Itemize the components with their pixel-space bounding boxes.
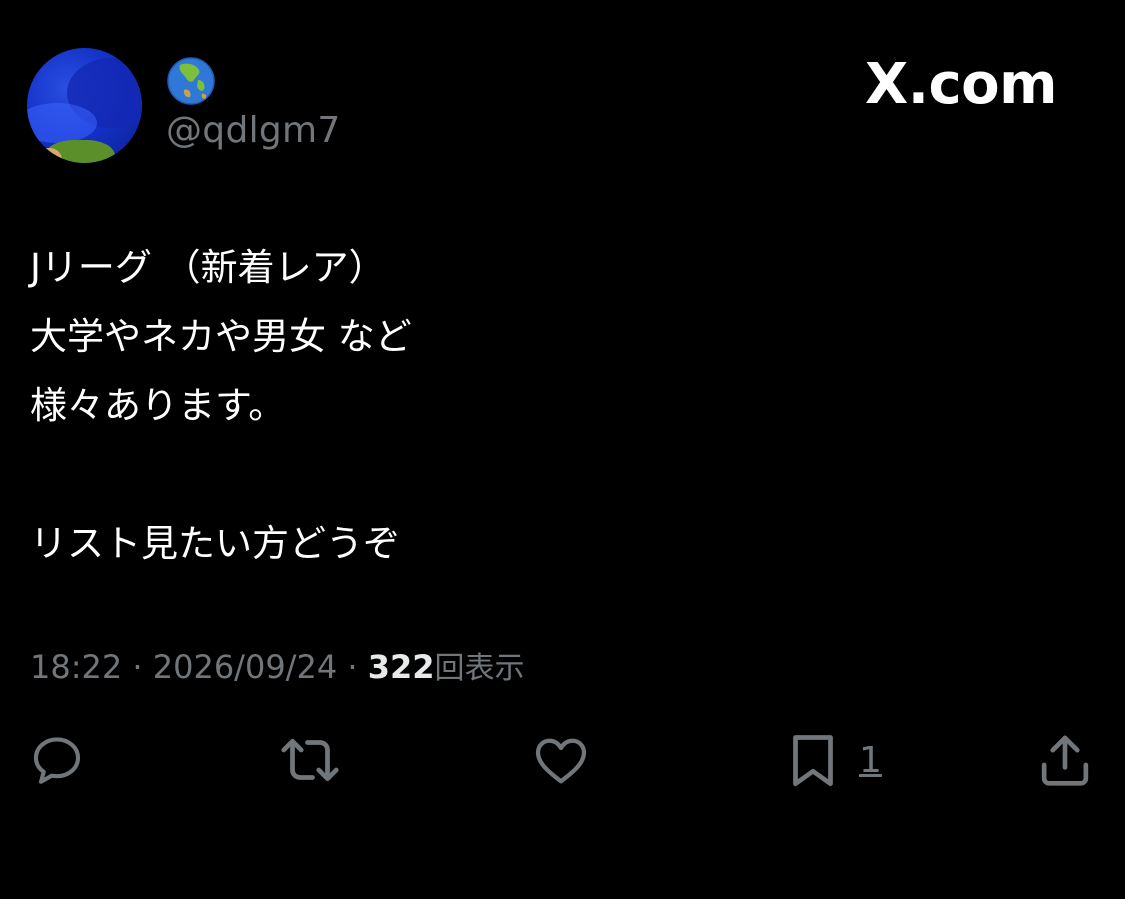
meta-separator: · (337, 648, 368, 686)
tweet-meta: 18:22 · 2026/09/24 · 322回表示 (30, 643, 524, 687)
view-count-label: 回表示 (434, 651, 525, 686)
tweet-time[interactable]: 18:22 (30, 648, 122, 686)
tweet-line (30, 440, 412, 509)
reply-icon (33, 737, 81, 784)
bookmark-button[interactable]: 1 (787, 730, 882, 790)
tweet-line: 様々あります。 (30, 384, 286, 427)
retweet-icon (281, 738, 339, 782)
like-button[interactable] (530, 730, 592, 790)
bookmark-icon (793, 735, 833, 787)
share-button[interactable] (1038, 730, 1092, 790)
share-icon (1041, 735, 1089, 786)
avatar[interactable] (27, 48, 142, 163)
tweet-line: リスト見たい方どうぞ (30, 522, 400, 565)
tweet-line: 大学やネカや男女 など (30, 315, 412, 358)
author-handle[interactable]: @qdlgm7 (166, 110, 341, 151)
tweet-text: Jリーグ （新着レア） 大学やネカや男女 など 様々あります。 リスト見たい方ど… (30, 233, 412, 578)
tweet-line: Jリーグ （新着レア） (30, 246, 386, 289)
brand-label: X.com (865, 52, 1057, 117)
meta-separator: · (122, 648, 153, 686)
heart-icon (535, 738, 587, 784)
bookmark-count[interactable]: 1 (859, 740, 882, 781)
reply-button[interactable] (28, 730, 86, 790)
view-count: 322 (367, 648, 435, 686)
retweet-button[interactable] (277, 730, 343, 790)
tweet-date[interactable]: 2026/09/24 (153, 648, 337, 686)
globe-asia-icon (167, 57, 215, 105)
